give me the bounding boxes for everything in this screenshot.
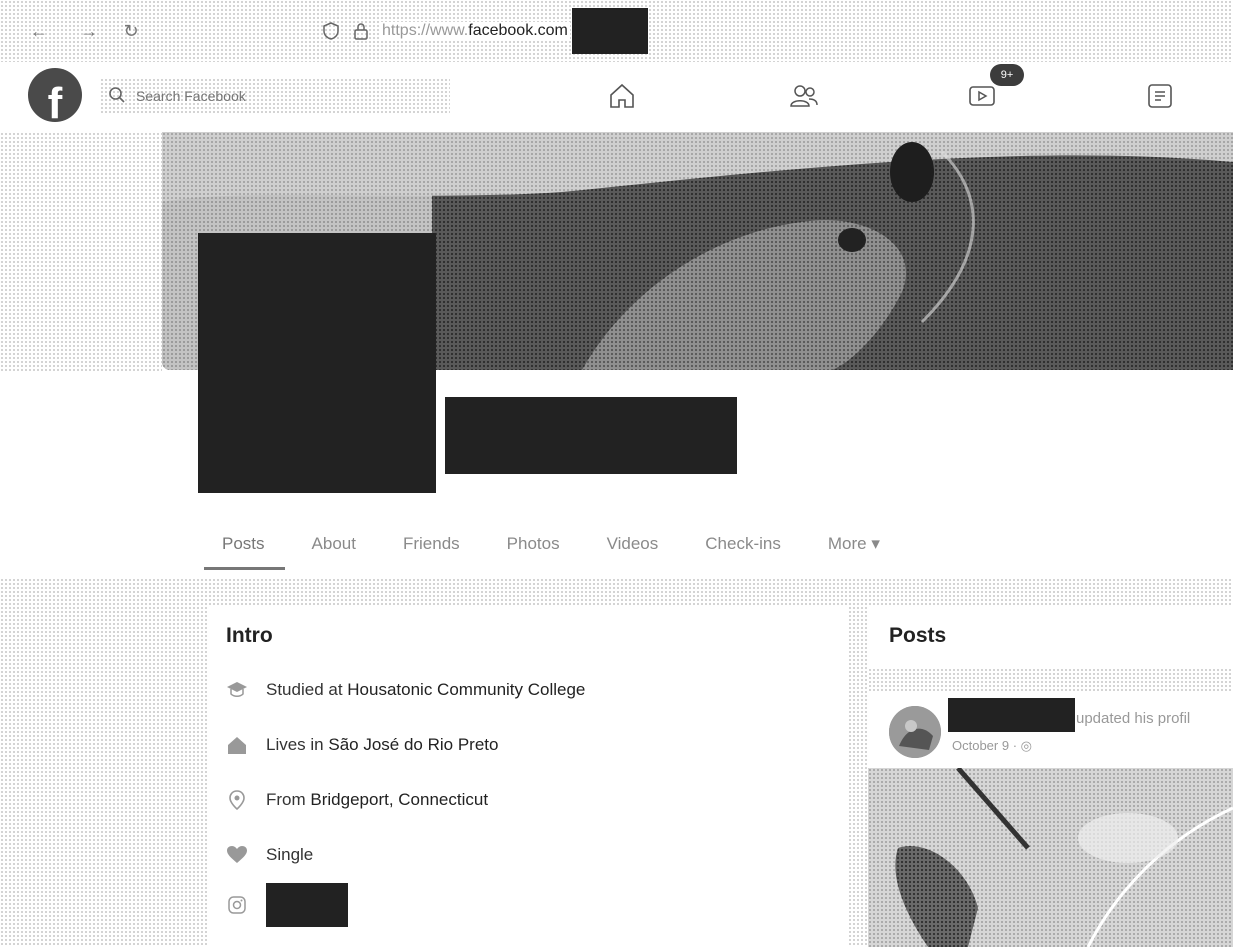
intro-lives-prefix: Lives in [266,735,329,754]
search-input[interactable] [134,87,438,105]
intro-lives-in: Lives in São José do Rio Preto [226,730,498,760]
page-background-left [0,606,208,947]
reload-icon[interactable]: ↻ [118,18,144,44]
intro-lives-link[interactable]: São José do Rio Preto [328,735,498,755]
marketplace-icon[interactable] [1140,76,1180,116]
intro-instagram [226,882,348,928]
notification-badge: 9+ [990,64,1024,86]
tab-more[interactable]: More ▾ [828,520,880,566]
tab-check-ins[interactable]: Check-ins [705,520,781,566]
search-icon [108,86,128,106]
posts-card: Posts updated his profil October 9 · ◎ [868,606,1233,947]
profile-picture-redacted[interactable] [198,233,436,493]
search-box[interactable] [100,78,450,114]
url-text[interactable]: https://www.facebook.com [380,22,570,40]
intro-education: Studied at Housatonic Community College [226,675,585,705]
tab-videos[interactable]: Videos [607,520,659,566]
home-icon[interactable] [602,76,642,116]
profile-name-redacted [445,397,737,474]
facebook-header: f [0,62,1233,132]
intro-education-link[interactable]: Housatonic Community College [347,680,585,700]
tab-photos[interactable]: Photos [507,520,560,566]
intro-relationship-text: Single [266,845,314,864]
lock-icon [350,20,372,42]
intro-relationship: Single [226,840,313,870]
facebook-logo-letter: f [47,79,63,123]
page-background [0,132,162,372]
intro-card: Intro Studied at Housatonic Community Co… [208,606,849,947]
back-arrow-icon[interactable]: ← [26,18,52,44]
url-domain: facebook.com [468,22,568,39]
post-action-text: updated his profil [1076,710,1191,727]
avatar-image [889,706,941,758]
home-icon [226,734,248,756]
instagram-handle-redacted[interactable] [266,883,348,927]
profile-tabs: Posts About Friends Photos Videos Check-… [204,520,927,580]
friends-icon[interactable] [784,76,824,116]
content-separator [0,578,1233,606]
post-date[interactable]: October 9 · ◎ [952,738,1032,754]
redacted-url-path [571,8,648,54]
location-pin-icon [226,789,248,811]
intro-from-link[interactable]: Bridgeport, Connecticut [310,790,488,810]
browser-toolbar: ← → ↻ https://www.facebook.com [0,0,1233,62]
intro-title: Intro [226,624,273,647]
post-photo [868,768,1233,947]
intro-from: From Bridgeport, Connecticut [226,785,488,815]
graduation-cap-icon [226,679,248,701]
tab-about[interactable]: About [312,520,356,566]
posts-separator [868,668,1233,692]
posts-title: Posts [889,624,947,647]
shield-icon [320,20,342,42]
facebook-logo[interactable]: f [28,68,82,122]
heart-icon [226,844,248,866]
forward-arrow-icon[interactable]: → [76,18,102,44]
intro-from-prefix: From [266,790,311,809]
post-author-redacted[interactable] [948,698,1075,732]
instagram-icon [226,894,248,916]
tab-posts[interactable]: Posts [204,520,284,570]
intro-education-prefix: Studied at [266,680,348,699]
address-bar[interactable]: https://www.facebook.com [312,8,1212,54]
tab-friends[interactable]: Friends [403,520,460,566]
post-image[interactable] [868,768,1233,947]
post-author-avatar[interactable] [889,706,941,758]
url-prefix: https://www. [382,22,469,39]
column-gutter [848,606,868,947]
